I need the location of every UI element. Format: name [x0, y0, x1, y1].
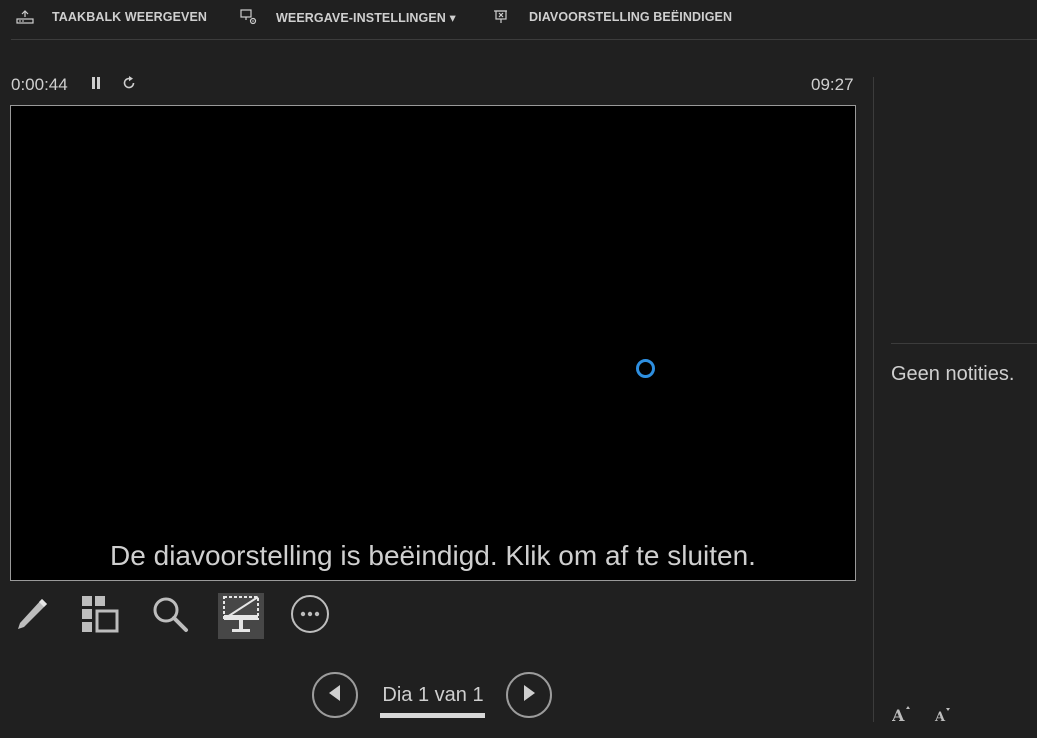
see-all-slides-icon [79, 593, 121, 640]
display-settings-label: WEERGAVE-INSTELLINGEN ▾ [276, 10, 456, 25]
presenter-toolbar: TAAKBALK WEERGEVEN WEERGAVE-INSTELLINGEN… [0, 0, 1037, 34]
decrease-font-icon: A [934, 708, 952, 727]
restart-icon [121, 75, 137, 96]
svg-text:A: A [892, 706, 905, 723]
display-settings-button[interactable]: WEERGAVE-INSTELLINGEN ▾ [240, 0, 456, 34]
end-slideshow-label: DIAVOORSTELLING BEËINDIGEN [529, 10, 733, 24]
black-screen-icon [220, 593, 262, 640]
pause-timer-button[interactable] [85, 74, 107, 96]
busy-indicator-icon [636, 359, 655, 378]
current-time: 09:27 [811, 75, 854, 94]
notes-divider [891, 343, 1037, 344]
speaker-notes: Geen notities. [891, 363, 1015, 385]
slide-counter[interactable]: Dia 1 van 1 [380, 684, 486, 707]
previous-slide-button[interactable] [312, 672, 358, 718]
more-options-icon [289, 593, 331, 640]
pen-icon [12, 594, 52, 639]
see-all-slides-button[interactable] [77, 593, 123, 639]
decrease-font-button[interactable]: A [934, 705, 952, 727]
svg-text:A: A [934, 710, 946, 723]
more-options-button[interactable] [287, 593, 333, 639]
elapsed-timer: 0:00:44 [11, 75, 68, 94]
black-screen-button[interactable] [218, 593, 264, 639]
pause-icon [91, 76, 101, 95]
toolbar-divider [11, 39, 1037, 40]
restart-timer-button[interactable] [118, 74, 140, 96]
display-settings-icon [240, 9, 258, 25]
end-slideshow-button[interactable]: DIAVOORSTELLING BEËINDIGEN [493, 0, 732, 34]
taskbar-icon [16, 10, 34, 24]
show-taskbar-button[interactable]: TAAKBALK WEERGEVEN [16, 0, 207, 34]
slide-counter-underline [380, 713, 485, 718]
show-taskbar-label: TAAKBALK WEERGEVEN [52, 10, 208, 24]
next-arrow-icon [521, 684, 537, 707]
slideshow-ended-message: De diavoorstelling is beëindigd. Klik om… [110, 540, 756, 571]
previous-arrow-icon [327, 684, 343, 707]
zoom-icon [149, 593, 191, 640]
increase-font-icon: A [891, 706, 912, 727]
next-slide-button[interactable] [506, 672, 552, 718]
increase-font-button[interactable]: A [891, 705, 912, 727]
zoom-button[interactable] [147, 593, 193, 639]
notes-pane-divider [873, 77, 874, 722]
end-slideshow-icon [493, 9, 511, 25]
current-slide[interactable]: De diavoorstelling is beëindigd. Klik om… [10, 105, 856, 581]
pen-tool-button[interactable] [9, 593, 55, 639]
